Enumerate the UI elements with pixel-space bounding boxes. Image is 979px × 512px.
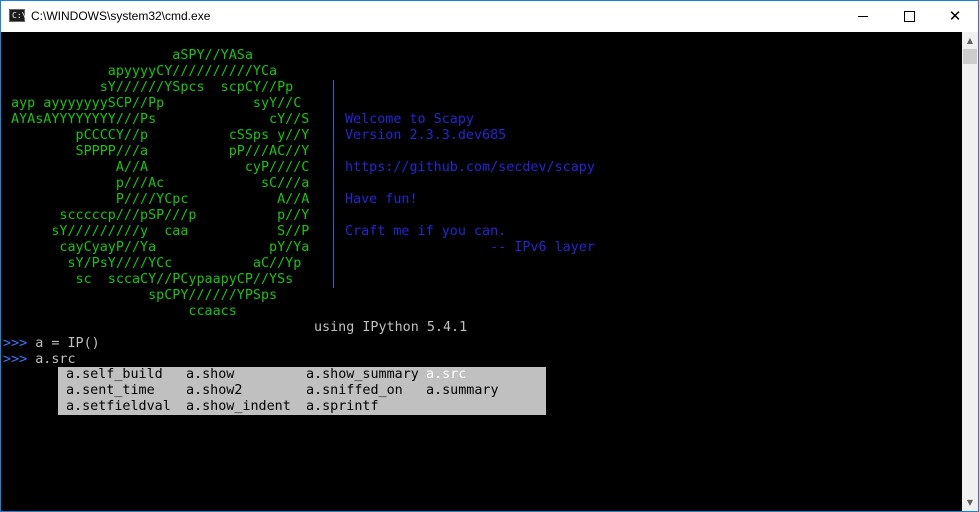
window-title: C:\WINDOWS\system32\cmd.exe: [31, 9, 211, 23]
ascii-art-line: p///Ac sC///a: [3, 176, 310, 191]
banner-divider: [333, 272, 334, 288]
completion-item[interactable]: a.sent_time: [66, 383, 155, 399]
ascii-art-line: aSPY//YASa: [3, 48, 253, 63]
title-bar[interactable]: C:\ C:\WINDOWS\system32\cmd.exe ✕: [1, 1, 978, 32]
banner-divider: [333, 256, 334, 272]
scroll-down-arrow-icon[interactable]: ▼: [962, 494, 978, 511]
completion-item[interactable]: a.setfieldval: [66, 399, 171, 415]
close-button[interactable]: ✕: [932, 1, 978, 32]
banner-info-line: -- IPv6 layer: [345, 240, 595, 255]
banner-divider: [333, 176, 334, 192]
maximize-button[interactable]: [886, 1, 932, 32]
input-code: a = IP(): [27, 336, 100, 351]
completion-item[interactable]: a.self_build: [66, 367, 163, 383]
banner-divider: [333, 224, 334, 240]
vertical-scrollbar[interactable]: ▲ ▼: [962, 32, 978, 511]
ascii-art-line: spCPY//////YPSps: [3, 288, 278, 303]
banner-divider: [333, 80, 334, 96]
ascii-art-line: ccaacs: [3, 304, 237, 319]
terminal-output[interactable]: aSPY//YASa apyyyyCY//////////YCa sY/////…: [1, 32, 962, 511]
completion-item[interactable]: a.show_summary: [306, 367, 419, 383]
cmd-window: C:\ C:\WINDOWS\system32\cmd.exe ✕ aSPY//…: [0, 0, 979, 512]
completion-item[interactable]: a.show: [186, 367, 234, 383]
banner-info-line: Have fun!: [345, 192, 418, 207]
input-line: >>> a = IP(): [3, 336, 100, 352]
cmd-icon-glyph: C:\: [12, 11, 27, 20]
minimize-icon: [858, 16, 868, 17]
banner-divider: [333, 112, 334, 128]
ascii-art-line: scccccp///pSP///p p//Y: [3, 208, 310, 223]
ascii-art-line: A//A cyP////C: [3, 160, 310, 175]
prompt: >>>: [3, 336, 28, 351]
ascii-art-line: cayCyayP//Ya pY/Ya: [3, 240, 310, 255]
scroll-up-arrow-icon[interactable]: ▲: [962, 32, 978, 49]
prompt: >>>: [3, 352, 28, 367]
close-icon: ✕: [948, 7, 962, 25]
completion-menu: a.self_build a.show a.show_summary a.src a.s…: [58, 367, 546, 415]
maximize-icon: [903, 11, 915, 22]
banner-divider: [333, 128, 334, 144]
ascii-art-line: ayp ayyyyyyySCP//Pp syY//C: [3, 96, 302, 111]
completion-item[interactable]: a.show2: [186, 383, 242, 399]
banner-divider: [333, 240, 334, 256]
banner-divider: [333, 208, 334, 224]
banner-divider: [333, 96, 334, 112]
banner-info-line: Welcome to Scapy: [345, 112, 474, 127]
banner-divider: [333, 144, 334, 160]
cmd-icon[interactable]: C:\: [9, 9, 27, 22]
input-line: >>> a.src: [3, 352, 76, 368]
ascii-art-line: pCCCCY//p cSSps y//Y: [3, 128, 310, 143]
banner-info-line: Version 2.3.3.dev685: [345, 128, 507, 143]
ipython-version-line: using IPython 5.4.1: [314, 320, 468, 335]
banner-divider: [333, 192, 334, 208]
completion-item[interactable]: a.show_indent: [186, 399, 291, 415]
minimize-button[interactable]: [840, 1, 886, 32]
ascii-art-line: AYAsAYYYYYYYY///Ps cY//S: [3, 112, 310, 127]
ascii-art-line: sY//////YSpcs scpCY//Pp: [3, 80, 294, 95]
completion-item[interactable]: a.sniffed_on: [306, 383, 403, 399]
banner-info-line: Craft me if you can.: [345, 224, 507, 239]
ascii-art-line: sY/////////y caa S//P: [3, 224, 310, 239]
banner-divider: [333, 160, 334, 176]
ascii-art-line: sc sccaCY//PCypaapyCP//YSs: [3, 272, 294, 287]
ascii-art-line: SPPPP///a pP///AC//Y: [3, 144, 310, 159]
ascii-art-line: P////YCpc A//A: [3, 192, 310, 207]
completion-item-selected[interactable]: a.src: [426, 367, 466, 383]
input-code: a.src: [27, 352, 76, 367]
scrollbar-thumb[interactable]: [963, 49, 977, 64]
completion-item[interactable]: a.sprintf: [306, 399, 379, 415]
completion-item[interactable]: a.summary: [426, 383, 499, 399]
banner-info-line: https://github.com/secdev/scapy: [345, 160, 595, 175]
ascii-art-line: apyyyyCY//////////YCa: [3, 64, 278, 79]
ascii-art-line: sY/PsY////YCc aC//Yp: [3, 256, 302, 271]
